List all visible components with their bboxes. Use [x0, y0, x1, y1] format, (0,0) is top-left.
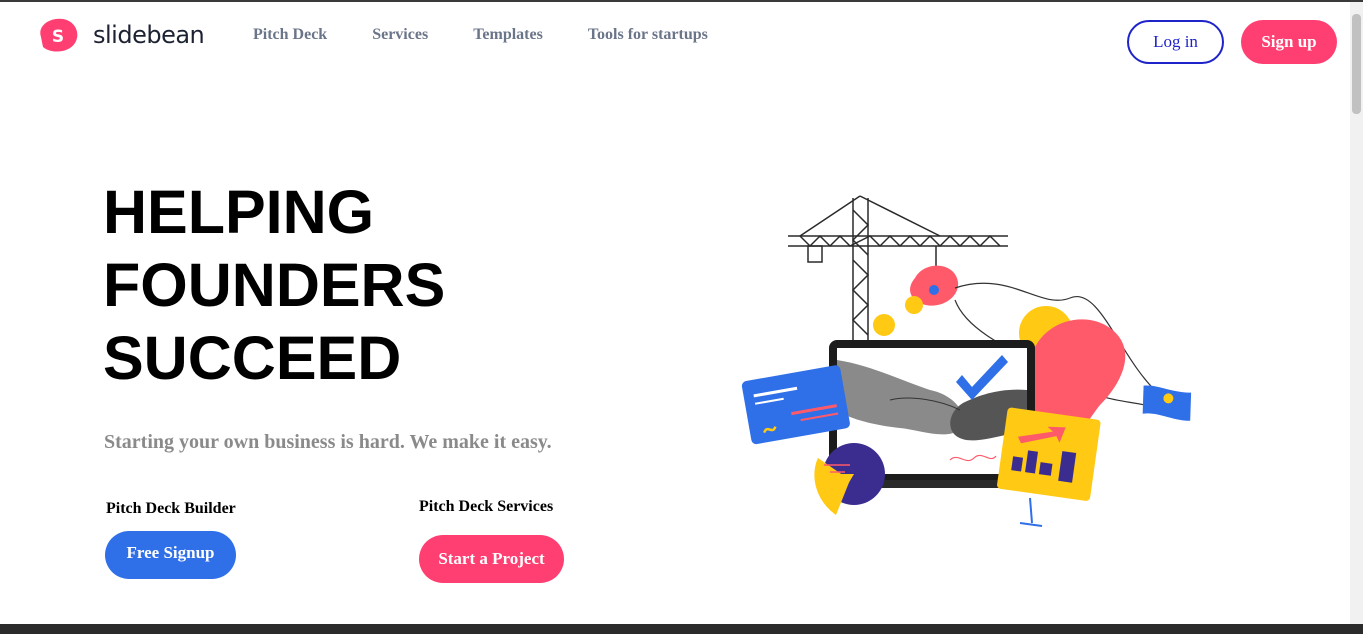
start-project-button[interactable]: Start a Project — [419, 535, 564, 583]
page-scrollbar[interactable] — [1350, 2, 1363, 624]
svg-text:S: S — [52, 27, 64, 47]
window-top-border — [0, 0, 1363, 2]
hero-subtitle: Starting your own business is hard. We m… — [104, 431, 552, 453]
signup-button[interactable]: Sign up — [1241, 20, 1337, 64]
hero-title: HELPING FOUNDERS SUCCEED — [103, 176, 445, 395]
os-taskbar — [0, 624, 1363, 634]
hero-title-line-3: SUCCEED — [103, 324, 402, 392]
nav-item-pitch-deck[interactable]: Pitch Deck — [253, 26, 327, 44]
free-signup-button[interactable]: Free Signup — [105, 531, 236, 579]
main-nav: Pitch Deck Services Templates Tools for … — [253, 26, 753, 44]
logo-wordmark: slidebean — [93, 21, 205, 49]
slidebean-logo[interactable]: S slidebean — [37, 17, 205, 53]
nav-item-tools-for-startups[interactable]: Tools for startups — [588, 26, 708, 44]
login-button[interactable]: Log in — [1127, 20, 1224, 64]
pitch-deck-services-label: Pitch Deck Services — [419, 498, 554, 515]
slidebean-logo-icon: S — [40, 18, 78, 52]
nav-item-templates[interactable]: Templates — [473, 26, 543, 44]
hero-title-line-1: HELPING — [103, 178, 375, 246]
hero-title-line-2: FOUNDERS — [103, 251, 446, 319]
scrollbar-thumb[interactable] — [1352, 14, 1361, 114]
pitch-deck-builder-label: Pitch Deck Builder — [106, 500, 236, 517]
handshake-laptop-crane-icon — [741, 195, 1192, 527]
nav-item-services[interactable]: Services — [372, 26, 428, 44]
